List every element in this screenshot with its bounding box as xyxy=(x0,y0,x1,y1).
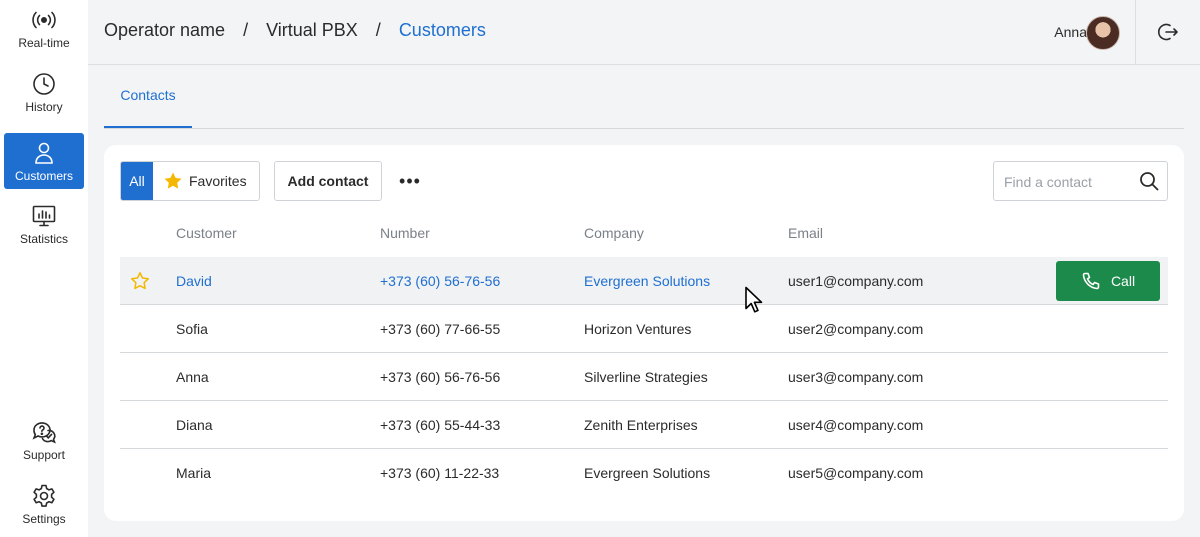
filter-all-button[interactable]: All xyxy=(121,162,153,200)
breadcrumb-separator: / xyxy=(243,20,249,40)
phone-number[interactable]: +373 (60) 56-76-56 xyxy=(380,369,500,385)
company-name[interactable]: Evergreen Solutions xyxy=(584,465,710,481)
clock-icon xyxy=(33,72,55,95)
star-filled-icon xyxy=(164,172,182,189)
sidebar-item-history[interactable]: History xyxy=(4,64,84,120)
company-name[interactable]: Silverline Strategies xyxy=(584,369,708,385)
phone-icon xyxy=(1082,272,1100,290)
logout-button[interactable] xyxy=(1135,0,1200,64)
phone-number[interactable]: +373 (60) 11-22-33 xyxy=(380,465,499,481)
breadcrumb-customers: Customers xyxy=(398,20,486,40)
breadcrumb-virtual-pbx[interactable]: Virtual PBX xyxy=(266,20,358,41)
sidebar-item-settings[interactable]: Settings xyxy=(4,476,84,532)
filter-toggle: All Favorites xyxy=(120,161,260,201)
company-name[interactable]: Evergreen Solutions xyxy=(584,273,710,289)
more-options-button[interactable]: ••• xyxy=(394,169,426,193)
email-address: user3@company.com xyxy=(788,369,924,385)
search-icon[interactable] xyxy=(1139,171,1159,191)
user-name: Anna xyxy=(1054,24,1087,40)
sidebar-item-label: Settings xyxy=(22,511,66,526)
email-address: user1@company.com xyxy=(788,273,924,289)
gear-icon xyxy=(33,484,55,507)
search-input[interactable] xyxy=(1002,162,1136,202)
column-number[interactable]: Number xyxy=(380,225,430,241)
search-box xyxy=(993,161,1168,202)
person-icon xyxy=(35,142,53,164)
customer-name[interactable]: Sofia xyxy=(176,321,208,337)
phone-number[interactable]: +373 (60) 77-66-55 xyxy=(380,321,500,337)
sidebar-item-label: Customers xyxy=(14,168,73,183)
sidebar-item-label: Real-time xyxy=(18,35,70,50)
table-header: Customer Number Company Email xyxy=(120,209,1168,258)
table-row[interactable]: Maria +373 (60) 11-22-33 Evergreen Solut… xyxy=(120,449,1168,497)
star-outline-icon[interactable] xyxy=(130,271,150,291)
sidebar-item-label: History xyxy=(25,99,63,114)
avatar[interactable] xyxy=(1086,16,1120,50)
company-name[interactable]: Horizon Ventures xyxy=(584,321,691,337)
support-chat-icon xyxy=(32,421,56,443)
sidebar-item-label: Support xyxy=(22,447,66,462)
header: Operator name / Virtual PBX / Customers … xyxy=(88,0,1200,65)
tab-bar: Contacts xyxy=(104,64,1184,129)
sidebar-item-statistics[interactable]: Statistics xyxy=(4,196,84,252)
sidebar-item-support[interactable]: Support xyxy=(4,412,84,468)
tab-contacts[interactable]: Contacts xyxy=(104,64,192,128)
add-contact-button[interactable]: Add contact xyxy=(274,161,382,201)
breadcrumb-operator[interactable]: Operator name xyxy=(104,20,225,41)
column-email[interactable]: Email xyxy=(788,225,823,241)
chart-monitor-icon xyxy=(32,205,56,226)
email-address: user4@company.com xyxy=(788,417,924,433)
phone-number[interactable]: +373 (60) 55-44-33 xyxy=(380,417,500,433)
contacts-card: All Favorites Add contact ••• Customer N… xyxy=(104,145,1184,521)
table-row[interactable]: Diana +373 (60) 55-44-33 Zenith Enterpri… xyxy=(120,401,1168,449)
call-button[interactable]: Call xyxy=(1056,261,1160,301)
mouse-cursor-icon xyxy=(745,286,763,313)
filter-favorites-label: Favorites xyxy=(189,173,247,189)
broadcast-icon xyxy=(32,11,56,28)
logout-icon xyxy=(1157,23,1178,41)
customer-name[interactable]: Diana xyxy=(176,417,213,433)
column-company[interactable]: Company xyxy=(584,225,644,241)
email-address: user2@company.com xyxy=(788,321,924,337)
breadcrumb-separator: / xyxy=(375,20,381,40)
call-label: Call xyxy=(1110,273,1136,289)
customer-name[interactable]: Anna xyxy=(176,369,209,385)
customer-name[interactable]: David xyxy=(176,273,212,289)
breadcrumb: Operator name / Virtual PBX / Customers xyxy=(104,20,486,41)
table-row[interactable]: Sofia +373 (60) 77-66-55 Horizon Venture… xyxy=(120,305,1168,353)
phone-number[interactable]: +373 (60) 56-76-56 xyxy=(380,273,500,289)
sidebar-item-real-time[interactable]: Real-time xyxy=(4,0,84,56)
filter-favorites-button[interactable]: Favorites xyxy=(153,162,259,200)
customer-name[interactable]: Maria xyxy=(176,465,211,481)
company-name[interactable]: Zenith Enterprises xyxy=(584,417,698,433)
sidebar-item-customers[interactable]: Customers xyxy=(4,133,84,189)
email-address: user5@company.com xyxy=(788,465,924,481)
column-customer[interactable]: Customer xyxy=(176,225,237,241)
sidebar-item-label: Statistics xyxy=(19,231,68,246)
sidebar: Real-time History Customers Statistics S… xyxy=(0,0,88,537)
table-row[interactable]: Anna +373 (60) 56-76-56 Silverline Strat… xyxy=(120,353,1168,401)
table-row[interactable]: David +373 (60) 56-76-56 Evergreen Solut… xyxy=(120,257,1168,305)
